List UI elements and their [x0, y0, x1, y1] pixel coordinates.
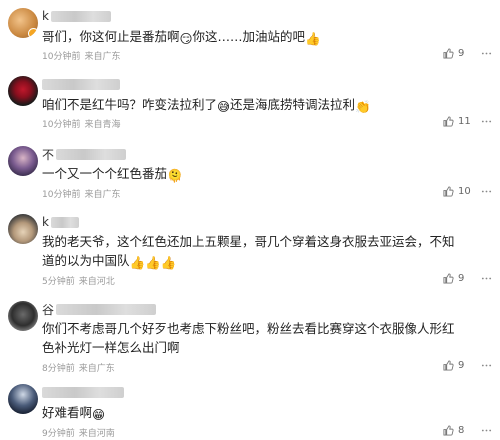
more-options-button[interactable]	[481, 186, 492, 197]
blurred-name	[42, 78, 120, 90]
comment-meta: 10分钟前 来自青海	[42, 120, 121, 130]
thumbs-up-emoji-icon: 👍👍👍	[129, 255, 177, 270]
thumbs-up-icon	[443, 186, 454, 197]
comment-meta: 5分钟前 来自河北	[42, 277, 115, 287]
more-options-button[interactable]	[481, 48, 492, 59]
username[interactable]	[42, 76, 120, 92]
comment-text: 咱们不是红牛吗？咋变法拉利了😅还是海底捞特调法拉利👏	[42, 97, 371, 114]
username[interactable]	[42, 384, 124, 400]
comment-actions: 9	[443, 360, 492, 371]
comment-meta: 9分钟前 来自河南	[42, 429, 115, 439]
blurred-name	[42, 386, 124, 398]
more-icon	[481, 120, 492, 123]
avatar[interactable]	[8, 214, 38, 244]
avatar[interactable]	[8, 301, 38, 331]
smirk-emoji-icon: 😏	[179, 31, 193, 46]
avatar[interactable]	[8, 76, 38, 106]
comment-text: 我的老天爷，这个红色还加上五颗星，哥几个穿着这身衣服去亚运会，不知 道的以为中国…	[42, 234, 455, 270]
comment-meta: 8分钟前 来自广东	[42, 364, 115, 374]
avatar[interactable]	[8, 384, 38, 414]
more-icon	[481, 364, 492, 367]
more-options-button[interactable]	[481, 360, 492, 371]
comment-actions: 9	[443, 48, 492, 59]
comment-text: 你们不考虑哥几个好歹也考虑下粉丝吧，粉丝去看比赛穿这个衣服像人形红 色补光灯一样…	[42, 321, 455, 355]
like-button[interactable]: 9	[443, 48, 479, 59]
thumbs-up-emoji-icon: 👍	[305, 31, 321, 46]
like-button[interactable]: 9	[443, 273, 479, 284]
like-button[interactable]: 10	[443, 186, 479, 197]
username[interactable]: k	[42, 214, 79, 230]
like-button[interactable]: 11	[443, 116, 479, 127]
blurred-name	[50, 10, 111, 22]
more-options-button[interactable]	[481, 116, 492, 127]
thumbs-up-icon	[443, 116, 454, 127]
clap-emoji-icon: 👏	[355, 99, 371, 114]
comment-text: 哥们，你这何止是番茄啊😏你这……加油站的吧👍	[42, 29, 321, 46]
comment-actions: 8	[443, 425, 492, 436]
like-button[interactable]: 9	[443, 360, 479, 371]
comment-list: k 哥们，你这何止是番茄啊😏你这……加油站的吧👍 10分钟前 来自广东 9 咱们不…	[0, 0, 500, 440]
comment-actions: 10	[443, 186, 492, 197]
comment-meta: 10分钟前 来自广东	[42, 190, 121, 200]
more-icon	[481, 277, 492, 280]
thumbs-up-icon	[443, 48, 454, 59]
blurred-name	[50, 216, 79, 228]
comment-actions: 11	[443, 116, 492, 127]
comment-text: 一个又一个个红色番茄🫠	[42, 166, 183, 183]
more-icon	[481, 52, 492, 55]
comment-actions: 9	[443, 273, 492, 284]
avatar[interactable]	[8, 146, 38, 176]
grin-emoji-icon: 😁	[92, 407, 106, 422]
blurred-name	[56, 303, 157, 315]
username[interactable]: 谷	[42, 301, 157, 317]
username[interactable]: 不	[42, 146, 127, 162]
comment-meta: 10分钟前 来自广东	[42, 52, 121, 62]
more-options-button[interactable]	[481, 273, 492, 284]
like-button[interactable]: 8	[443, 425, 479, 436]
avatar[interactable]	[8, 8, 38, 38]
username[interactable]: k	[42, 8, 111, 24]
more-icon	[481, 429, 492, 432]
blurred-name	[56, 148, 127, 160]
thumbs-up-icon	[443, 360, 454, 371]
thumbs-up-icon	[443, 273, 454, 284]
more-icon	[481, 190, 492, 193]
sweat-smile-emoji-icon: 😅	[217, 99, 231, 114]
thumbs-up-icon	[443, 425, 454, 436]
comment-text: 好难看啊😁	[42, 405, 106, 422]
melting-emoji-icon: 🫠	[167, 168, 183, 183]
more-options-button[interactable]	[481, 425, 492, 436]
verified-badge-icon	[28, 28, 38, 38]
